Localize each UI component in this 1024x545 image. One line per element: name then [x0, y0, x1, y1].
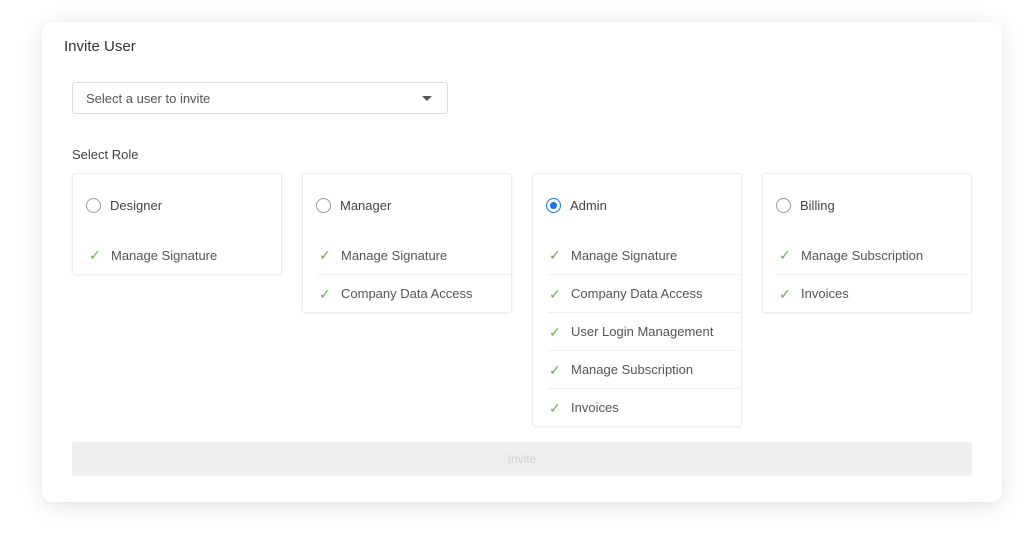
permission-item: ✓ Manage Signature [547, 236, 741, 274]
dialog-title: Invite User [64, 38, 136, 55]
permission-item: ✓ Manage Signature [87, 236, 281, 274]
radio-checked-icon[interactable] [546, 197, 561, 213]
permission-label: Company Data Access [571, 286, 703, 301]
permission-item: ✓ Manage Subscription [547, 350, 741, 388]
permission-item: ✓ Company Data Access [547, 274, 741, 312]
permission-label: Manage Signature [341, 247, 448, 263]
caret-down-icon [422, 96, 432, 101]
invite-button[interactable]: Invite [72, 442, 972, 476]
role-option-designer[interactable]: Designer [73, 174, 281, 236]
check-icon: ✓ [549, 399, 561, 416]
permission-item: ✓ Company Data Access [317, 274, 511, 312]
role-card-admin[interactable]: Admin ✓ Manage Signature ✓ Company Data Acce… [532, 173, 742, 427]
check-icon: ✓ [549, 285, 561, 302]
check-icon: ✓ [779, 285, 791, 302]
user-select-dropdown[interactable]: Select a user to invite [72, 82, 448, 114]
permission-label: Manage Signature [111, 247, 218, 263]
permission-item: ✓ Invoices [777, 274, 971, 312]
permission-item: ✓ Manage Signature [317, 236, 511, 274]
permission-item: ✓ Invoices [547, 388, 741, 426]
permission-item: ✓ User Login Management [547, 312, 741, 350]
check-icon: ✓ [549, 247, 561, 263]
radio-unchecked-icon[interactable] [316, 197, 331, 213]
permission-label: Manage Signature [571, 247, 678, 263]
radio-unchecked-icon[interactable] [776, 197, 791, 213]
role-card-manager[interactable]: Manager ✓ Manage Signature ✓ Company Data Ac… [302, 173, 512, 313]
role-card-billing[interactable]: Billing ✓ Manage Subscription ✓ Invoices [762, 173, 972, 313]
role-name: Admin [570, 197, 607, 213]
check-icon: ✓ [319, 247, 331, 263]
permission-list: ✓ Manage Signature [73, 236, 281, 274]
permission-list: ✓ Manage Signature ✓ Company Data Access ✓ Us… [533, 236, 741, 426]
role-name: Manager [340, 197, 392, 213]
role-option-admin[interactable]: Admin [533, 174, 741, 236]
role-option-billing[interactable]: Billing [763, 174, 971, 236]
permission-item: ✓ Manage Subscription [777, 236, 971, 274]
invite-user-dialog: Invite User Select a user to invite Sele… [42, 22, 1002, 502]
role-name: Designer [110, 197, 163, 213]
check-icon: ✓ [549, 361, 561, 378]
user-select-placeholder: Select a user to invite [86, 91, 211, 106]
role-option-manager[interactable]: Manager [303, 174, 511, 236]
permission-label: Invoices [571, 400, 619, 415]
check-icon: ✓ [319, 285, 331, 302]
select-role-label: Select Role [72, 147, 139, 162]
check-icon: ✓ [89, 247, 101, 263]
permission-list: ✓ Manage Signature ✓ Company Data Access [303, 236, 511, 312]
permission-label: User Login Management [571, 324, 714, 339]
role-options: Designer ✓ Manage Signature Manager ✓ Manage … [72, 173, 972, 433]
permission-label: Invoices [801, 286, 849, 301]
check-icon: ✓ [779, 247, 791, 263]
permission-label: Company Data Access [341, 286, 473, 301]
role-card-designer[interactable]: Designer ✓ Manage Signature [72, 173, 282, 275]
permission-list: ✓ Manage Subscription ✓ Invoices [763, 236, 971, 312]
permission-label: Manage Subscription [571, 362, 694, 377]
radio-unchecked-icon[interactable] [86, 197, 101, 213]
role-name: Billing [800, 197, 835, 213]
permission-label: Manage Subscription [801, 247, 924, 263]
check-icon: ✓ [549, 323, 561, 340]
